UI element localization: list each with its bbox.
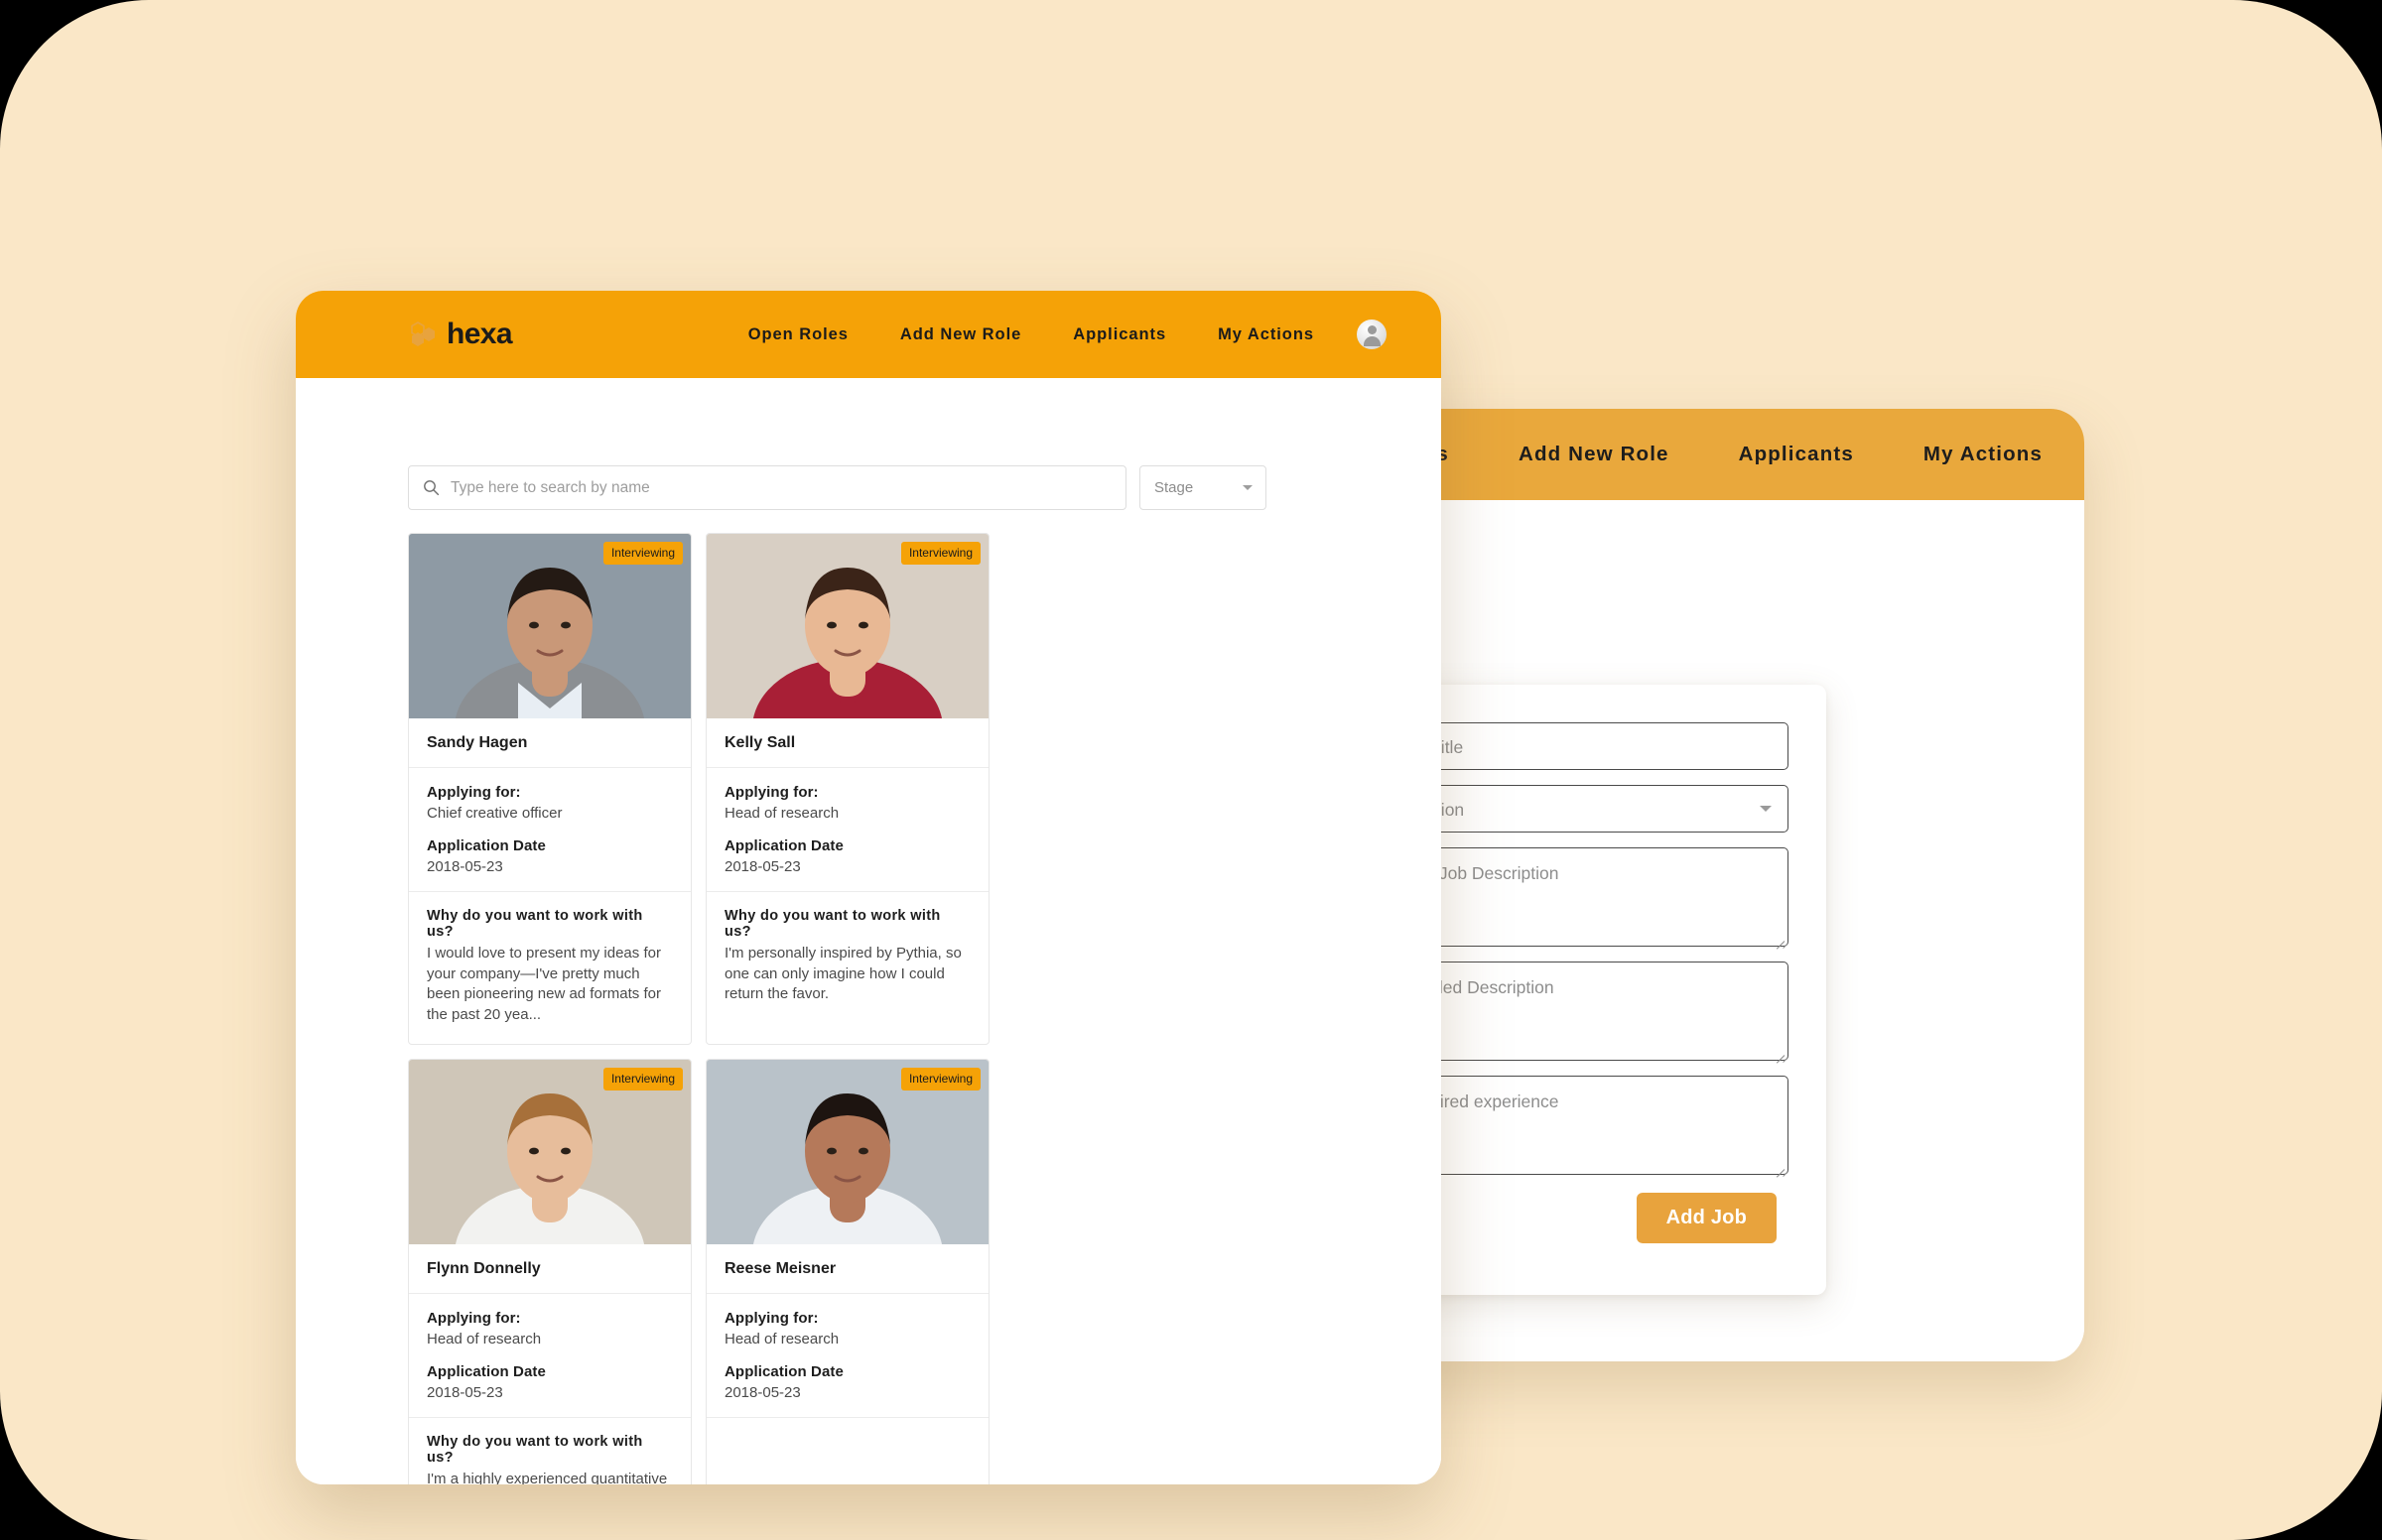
status-badge: Interviewing <box>900 542 981 565</box>
candidate-card[interactable]: Interviewing Kelly Sall Applying for: He… <box>706 533 990 1046</box>
status-badge: Interviewing <box>602 1068 683 1091</box>
application-date-value: 2018-05-23 <box>427 858 503 875</box>
candidate-why-answer: I'm a highly experienced quantitative an… <box>427 1471 668 1484</box>
add-job-button[interactable]: Add Job <box>1636 1193 1777 1243</box>
candidate-why-answer: I would love to present my ideas for you… <box>427 945 661 1023</box>
resize-handle-icon[interactable] <box>1774 1160 1785 1171</box>
applying-for-value: Head of research <box>725 1331 840 1348</box>
candidate-photo: Interviewing <box>409 534 691 718</box>
avatar-body-icon <box>1363 336 1381 346</box>
front-window-nav: Open Roles Add New Role Applicants My Ac… <box>748 325 1314 344</box>
nav-item-open-roles[interactable]: Open Roles <box>748 325 849 344</box>
nav-item-my-actions[interactable]: My Actions <box>1218 325 1314 344</box>
status-badge: Interviewing <box>900 1068 981 1091</box>
avatar[interactable] <box>1357 320 1387 349</box>
candidate-name: Flynn Donnelly <box>409 1244 691 1295</box>
applying-for-value: Head of research <box>725 805 840 822</box>
chevron-down-icon <box>1243 485 1253 490</box>
nav-item-applicants[interactable]: Applicants <box>1073 325 1166 344</box>
front-window-topbar: hexa Open Roles Add New Role Applicants … <box>296 291 1441 378</box>
candidate-name: Sandy Hagen <box>409 718 691 768</box>
applying-for-value: Chief creative officer <box>427 805 563 822</box>
candidate-photo: Interviewing <box>409 1060 691 1245</box>
candidate-why-question: Why do you want to work with us? <box>725 908 941 940</box>
stage-filter-label: Stage <box>1154 479 1194 496</box>
candidate-why-question: Why do you want to work with us? <box>427 908 643 940</box>
avatar-head-icon <box>1367 325 1377 334</box>
stage-filter-select[interactable]: Stage <box>1139 465 1266 510</box>
search-input[interactable] <box>449 477 1112 498</box>
candidate-name: Reese Meisner <box>707 1244 989 1295</box>
back-nav-item-applicants[interactable]: Applicants <box>1739 443 1854 466</box>
application-date-label: Application Date <box>427 1363 546 1381</box>
candidate-photo: Interviewing <box>707 1060 989 1245</box>
applying-for-label: Applying for: <box>725 1310 819 1328</box>
candidate-why-answer: I'm personally inspired by Pythia, so on… <box>725 945 962 1003</box>
candidate-meta: Applying for: Head of research Applicati… <box>707 1294 989 1419</box>
applying-for-label: Applying for: <box>725 784 819 801</box>
candidate-why-question: Why do you want to work with us? <box>427 1434 643 1467</box>
nav-item-add-new-role[interactable]: Add New Role <box>900 325 1021 344</box>
candidate-card[interactable]: Interviewing Reese Meisner Applying for:… <box>706 1059 990 1484</box>
chevron-down-icon <box>1760 806 1772 812</box>
candidate-meta: Applying for: Head of research Applicati… <box>409 1294 691 1419</box>
hexa-logo[interactable]: hexa <box>410 318 513 351</box>
resize-handle-icon[interactable] <box>1774 1046 1785 1057</box>
candidate-card-grid: Interviewing Sandy Hagen Applying for: C… <box>408 533 1281 1484</box>
candidate-why-section: Why do you want to work with us? I would… <box>409 892 691 1044</box>
candidate-card[interactable]: Interviewing Sandy Hagen Applying for: C… <box>408 533 692 1046</box>
candidate-why-section: Why do you want to work with us? I'm a h… <box>409 1418 691 1484</box>
logo-wordmark: hexa <box>447 318 513 350</box>
application-date-value: 2018-05-23 <box>427 1384 503 1402</box>
page-canvas: Open Roles Add New Role Applicants My Ac… <box>0 0 2382 1540</box>
candidate-meta: Applying for: Chief creative officer App… <box>409 768 691 892</box>
candidate-why-section: Why do you want to work with us? I'm per… <box>707 892 989 1024</box>
applicants-body: Stage Interviewing Sandy Hagen <box>296 378 1441 1484</box>
back-nav-item-my-actions[interactable]: My Actions <box>1923 443 2043 466</box>
candidate-meta: Applying for: Head of research Applicati… <box>707 768 989 892</box>
search-icon <box>424 480 440 496</box>
application-date-label: Application Date <box>427 837 546 854</box>
application-date-label: Application Date <box>725 837 844 854</box>
status-badge: Interviewing <box>602 542 683 565</box>
applying-for-value: Head of research <box>427 1331 542 1348</box>
applicants-window: hexa Open Roles Add New Role Applicants … <box>296 291 1441 1484</box>
back-nav-item-add-new-role[interactable]: Add New Role <box>1519 443 1669 466</box>
application-date-value: 2018-05-23 <box>725 1384 801 1402</box>
candidate-name: Kelly Sall <box>707 718 989 768</box>
filter-row: Stage <box>408 465 1266 510</box>
candidate-card[interactable]: Interviewing Flynn Donnelly Applying for… <box>408 1059 692 1484</box>
search-box[interactable] <box>408 465 1126 510</box>
hexagon-logo-icon <box>411 321 435 346</box>
application-date-label: Application Date <box>725 1363 844 1381</box>
resize-handle-icon[interactable] <box>1774 932 1785 943</box>
application-date-value: 2018-05-23 <box>725 858 801 875</box>
applying-for-label: Applying for: <box>427 1310 521 1328</box>
candidate-photo: Interviewing <box>707 534 989 718</box>
applying-for-label: Applying for: <box>427 784 521 801</box>
